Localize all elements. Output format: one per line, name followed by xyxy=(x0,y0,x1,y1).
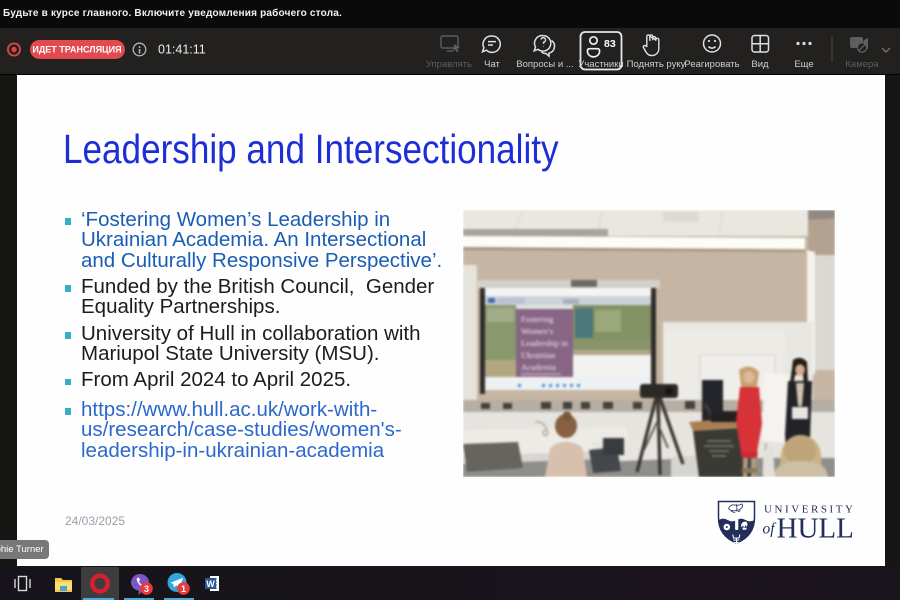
svg-text:Ukrainian: Ukrainian xyxy=(521,350,556,360)
svg-text:Leadership in: Leadership in xyxy=(521,338,569,348)
svg-text:01:41:11: 01:41:11 xyxy=(158,43,206,57)
svg-text:Academia: Academia xyxy=(521,362,556,372)
svg-text:Women’s: Women’s xyxy=(521,326,554,336)
svg-text:1: 1 xyxy=(181,584,186,594)
svg-text:HULL: HULL xyxy=(777,512,854,544)
svg-text:3: 3 xyxy=(144,584,149,594)
svg-text:83: 83 xyxy=(604,38,616,50)
svg-text:Fostering: Fostering xyxy=(521,314,554,324)
svg-text:ИДЕТ ТРАНСЛЯЦИЯ: ИДЕТ ТРАНСЛЯЦИЯ xyxy=(32,45,121,55)
svg-text:W: W xyxy=(206,579,215,589)
svg-text:of: of xyxy=(763,521,778,538)
